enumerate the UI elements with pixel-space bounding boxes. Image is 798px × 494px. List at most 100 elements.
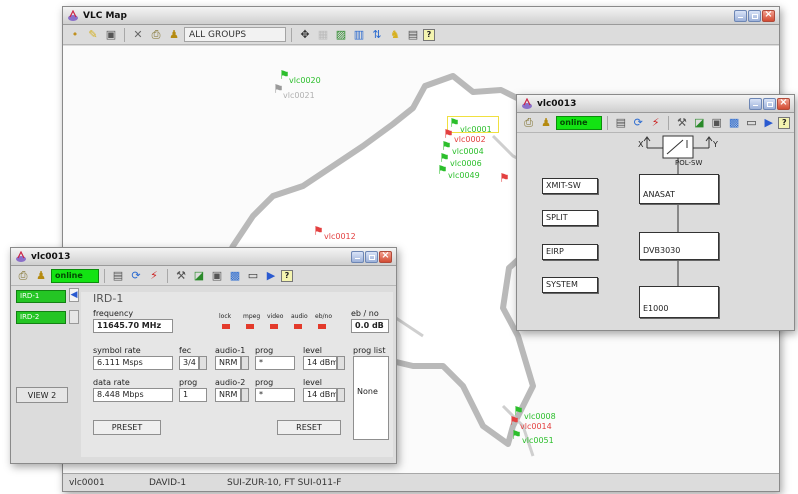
graph-icon[interactable]: ◪: [692, 115, 707, 131]
refresh-icon[interactable]: ⟳: [631, 115, 646, 131]
frequency-field[interactable]: 11645.70 MHz: [93, 319, 173, 333]
play-icon[interactable]: ▶: [263, 268, 279, 284]
ird-1-tab[interactable]: IRD-1: [16, 290, 66, 303]
level-2-spinner[interactable]: [337, 388, 345, 402]
window-icon[interactable]: ▭: [744, 115, 759, 131]
minimize-button[interactable]: [734, 9, 747, 22]
site-label[interactable]: vlc0020: [289, 76, 321, 85]
level-1-spinner[interactable]: [337, 356, 345, 370]
pencil-icon[interactable]: ✎: [85, 27, 101, 43]
monitor-icon[interactable]: ▩: [227, 268, 243, 284]
help-icon[interactable]: ?: [778, 116, 791, 129]
window-config-icon[interactable]: ▣: [103, 27, 119, 43]
close-button[interactable]: ×: [777, 97, 790, 110]
xmit-sw-button[interactable]: XMIT-SW: [542, 178, 598, 194]
filter-icon[interactable]: ⚡: [146, 268, 162, 284]
dvb3030-block[interactable]: DVB3030: [639, 232, 719, 260]
help-icon[interactable]: ?: [423, 28, 435, 41]
eirp-button[interactable]: EIRP: [542, 244, 598, 260]
audio-1-field[interactable]: NRM: [215, 356, 241, 370]
collapse-arrow-icon[interactable]: ◀: [69, 288, 79, 302]
site-flag-icon[interactable]: ⚑: [509, 414, 520, 428]
e1000-block[interactable]: E1000: [639, 286, 719, 318]
tools-icon[interactable]: ⚒: [674, 115, 689, 131]
database-icon[interactable]: ▤: [110, 268, 126, 284]
refresh-icon[interactable]: ⟳: [128, 268, 144, 284]
tools-icon[interactable]: ✕: [130, 27, 146, 43]
user-icon[interactable]: ♟: [33, 268, 49, 284]
config-icon[interactable]: ▣: [209, 268, 225, 284]
prog-number-field[interactable]: 1: [179, 388, 207, 402]
close-button[interactable]: ×: [762, 9, 775, 22]
data-rate-field[interactable]: 8.448 Mbps: [93, 388, 173, 402]
site-flag-icon[interactable]: ⚑: [437, 163, 448, 177]
user-icon[interactable]: ♟: [166, 27, 182, 43]
play-icon[interactable]: ▶: [761, 115, 776, 131]
chart-icon[interactable]: ▨: [333, 27, 349, 43]
site-label[interactable]: vlc0014: [520, 422, 552, 431]
reset-button[interactable]: RESET: [277, 420, 341, 435]
split-button[interactable]: SPLIT: [542, 210, 598, 226]
minimize-button[interactable]: [351, 250, 364, 263]
printer-icon[interactable]: ⎙: [15, 268, 31, 284]
site-label[interactable]: vlc0051: [522, 436, 554, 445]
pointer-icon[interactable]: •: [67, 27, 83, 43]
maximize-button[interactable]: [365, 250, 378, 263]
printer-icon[interactable]: ⎙: [148, 27, 164, 43]
fec-field[interactable]: 3/4: [179, 356, 199, 370]
ird-2-tab[interactable]: IRD-2: [16, 311, 66, 324]
site-flag-icon[interactable]: ⚑: [499, 171, 510, 185]
system-button[interactable]: SYSTEM: [542, 277, 598, 293]
help-icon[interactable]: ?: [281, 269, 293, 282]
level-2-field[interactable]: 14 dBm: [303, 388, 337, 402]
prog-2-label: prog: [255, 378, 274, 387]
site-label[interactable]: vlc0004: [452, 147, 484, 156]
prog-2-field[interactable]: *: [255, 388, 295, 402]
move-icon[interactable]: ✥: [297, 27, 313, 43]
sort-icon[interactable]: ⇅: [369, 27, 385, 43]
user-icon[interactable]: ♟: [538, 115, 553, 131]
prog-1-field[interactable]: *: [255, 356, 295, 370]
anasat-block[interactable]: ANASAT: [639, 174, 719, 204]
site-flag-icon[interactable]: ⚑: [313, 224, 324, 238]
site-label[interactable]: vlc0006: [450, 159, 482, 168]
view-2-button[interactable]: VIEW 2: [16, 387, 68, 403]
tools-icon[interactable]: ⚒: [173, 268, 189, 284]
graph-icon[interactable]: ◪: [191, 268, 207, 284]
printer-icon[interactable]: ⎙: [521, 115, 536, 131]
site-label[interactable]: vlc0012: [324, 232, 356, 241]
monitor-icon[interactable]: ▩: [726, 115, 741, 131]
audio-1-spinner[interactable]: [241, 356, 249, 370]
filter-icon[interactable]: ⚡: [648, 115, 663, 131]
config-icon[interactable]: ▣: [709, 115, 724, 131]
maximize-button[interactable]: [763, 97, 776, 110]
minimize-button[interactable]: [749, 97, 762, 110]
fec-spinner[interactable]: [199, 356, 207, 370]
status-bar: vlc0001 DAVID-1 SUI-ZUR-10, FT SUI-011-F: [63, 473, 779, 491]
ebno-field[interactable]: 0.0 dB: [351, 319, 389, 333]
site-label[interactable]: vlc0002: [454, 135, 486, 144]
site-label[interactable]: vlc0021: [283, 91, 315, 100]
window-icon[interactable]: ▭: [245, 268, 261, 284]
maximize-button[interactable]: [748, 9, 761, 22]
site-flag-icon[interactable]: ⚑: [511, 428, 522, 442]
site-label[interactable]: vlc0001: [460, 125, 492, 134]
groups-select[interactable]: ALL GROUPS: [184, 27, 286, 42]
grid-icon[interactable]: ▦: [315, 27, 331, 43]
database-icon[interactable]: ▤: [613, 115, 628, 131]
user-group-icon[interactable]: ♞: [387, 27, 403, 43]
prog-list-box[interactable]: None: [353, 356, 389, 440]
site-label[interactable]: vlc0049: [448, 171, 480, 180]
level-1-field[interactable]: 14 dBm: [303, 356, 337, 370]
database-icon[interactable]: ▤: [405, 27, 421, 43]
close-button[interactable]: ×: [379, 250, 392, 263]
preset-button[interactable]: PRESET: [93, 420, 161, 435]
audio-2-field[interactable]: NRM: [215, 388, 241, 402]
site-label[interactable]: vlc0008: [524, 412, 556, 421]
diagram-title: vlc0013: [537, 98, 577, 109]
symbol-rate-field[interactable]: 6.111 Msps: [93, 356, 173, 370]
bars-icon[interactable]: ▥: [351, 27, 367, 43]
ird-toolbar: ⎙ ♟ online ▤ ⟳ ⚡ ⚒ ◪ ▣ ▩ ▭ ▶ ?: [11, 266, 396, 286]
audio-2-spinner[interactable]: [241, 388, 249, 402]
switch-x-label: X: [638, 140, 644, 149]
